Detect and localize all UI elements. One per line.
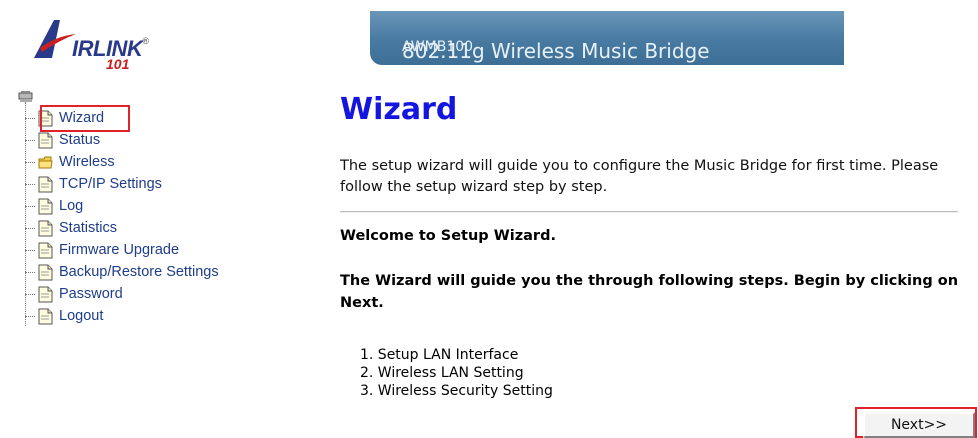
tree-hook — [25, 183, 35, 185]
sidebar-item-backup-restore-settings[interactable]: Backup/Restore Settings — [25, 261, 219, 283]
wizard-description: The setup wizard will guide you to confi… — [340, 158, 939, 195]
sidebar-item-logout[interactable]: Logout — [25, 305, 219, 327]
page-icon — [38, 176, 53, 192]
sidebar-item-statistics[interactable]: Statistics — [25, 217, 219, 239]
tree-hook — [25, 315, 35, 317]
header-banner: AWMB100 802.11g Wireless Music Bridge — [370, 11, 844, 65]
wizard-step: 1. Setup LAN Interface — [360, 347, 519, 363]
folder-icon — [38, 156, 53, 168]
sidebar-item-wireless[interactable]: Wireless — [25, 151, 219, 173]
tree-hook — [25, 117, 35, 119]
page-icon — [38, 308, 53, 324]
selection-highlight — [40, 105, 130, 132]
sidebar-item-status[interactable]: Status — [25, 129, 219, 151]
tree-hook — [25, 293, 35, 295]
sidebar-item-label: Log — [59, 198, 84, 214]
page-icon — [38, 264, 53, 280]
sidebar-item-firmware-upgrade[interactable]: Firmware Upgrade — [25, 239, 219, 261]
wizard-step: 2. Wireless LAN Setting — [360, 365, 524, 381]
sidebar-item-label: Wireless — [59, 154, 115, 170]
logo-number: 101 — [106, 56, 130, 72]
sidebar-item-label: TCP/IP Settings — [59, 176, 162, 192]
sidebar-item-label: Logout — [59, 308, 104, 324]
sidebar-item-label: Backup/Restore Settings — [59, 264, 219, 280]
wizard-steps-list: 1. Setup LAN Interface 2. Wireless LAN S… — [360, 346, 553, 400]
sidebar-item-log[interactable]: Log — [25, 195, 219, 217]
page-title: Wizard — [340, 92, 458, 127]
page-icon — [38, 198, 53, 214]
sidebar-item-label: Status — [59, 132, 101, 148]
page-icon — [38, 286, 53, 302]
airlink-a-mark-icon — [34, 20, 76, 58]
page-icon — [38, 242, 53, 258]
sidebar-item-password[interactable]: Password — [25, 283, 219, 305]
sidebar-item-tcp-ip-settings[interactable]: TCP/IP Settings — [25, 173, 219, 195]
sidebar-item-label: Password — [59, 286, 123, 302]
page-icon — [38, 132, 53, 148]
tree-hook — [25, 205, 35, 207]
tree-hook — [25, 249, 35, 251]
sidebar-item-label: Firmware Upgrade — [59, 242, 180, 258]
tree-hook — [25, 227, 35, 229]
page-icon — [38, 220, 53, 236]
sidebar-item-label: Statistics — [59, 220, 118, 236]
airlink-logo: IRLINK® 101 — [30, 14, 170, 74]
next-button[interactable]: Next>> — [863, 412, 975, 438]
divider — [340, 211, 958, 213]
tree-hook — [25, 161, 35, 163]
wizard-step: 3. Wireless Security Setting — [360, 383, 553, 399]
tree-hook — [25, 139, 35, 141]
welcome-heading: Welcome to Setup Wizard. — [340, 228, 556, 244]
wizard-guide-text: The Wizard will guide you the through fo… — [340, 273, 959, 311]
tree-hook — [25, 271, 35, 273]
next-button-highlight: Next>> — [855, 407, 977, 438]
sidebar-item-wizard[interactable]: Wizard — [25, 105, 219, 132]
device-root-icon — [18, 91, 33, 102]
